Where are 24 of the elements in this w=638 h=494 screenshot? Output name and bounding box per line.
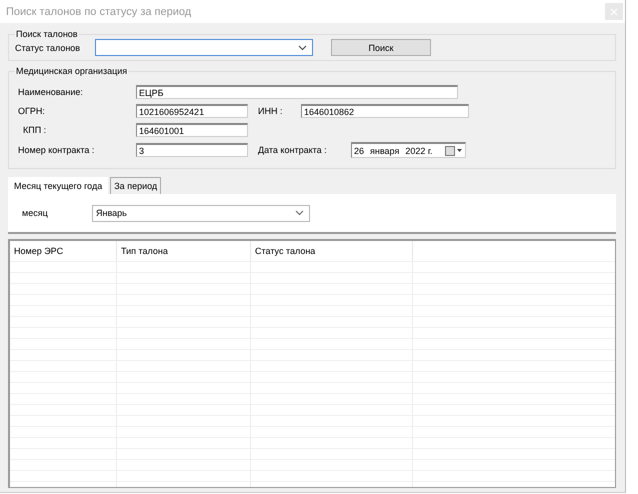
field-label: ОГРН: [17,106,46,116]
field-label: месяц [22,208,49,218]
inn-field[interactable]: 1646010862 [301,104,469,118]
column-header[interactable]: Тип талона [117,241,251,261]
field-label: Статус талонов [15,42,82,52]
date-picker[interactable]: 26 января 2022 г. [351,142,466,158]
column-header[interactable]: Статус талона [251,241,413,261]
field-label: Наименование: [17,87,84,97]
search-button[interactable]: Поиск [331,39,431,56]
column-header[interactable]: Номер ЭРС [10,241,117,261]
field-label: КПП : [22,125,48,135]
name-field[interactable]: ЕЦРБ [136,85,458,99]
kpp-field[interactable]: 164601001 [136,123,248,137]
window-title: Поиск талонов по статусу за период [6,6,192,18]
group-title: Медицинская организация [15,66,128,76]
tab[interactable]: За период [110,177,162,194]
field-label: Дата контракта : [258,145,328,155]
month-dropdown[interactable]: Январь [92,204,310,222]
contract-number-field[interactable]: 3 [136,143,248,157]
field-label: ИНН : [258,106,284,116]
ogrn-field[interactable]: 1021606952421 [136,104,248,118]
group-title: Поиск талонов [15,29,79,39]
tab[interactable]: Месяц текущего года [8,177,108,194]
field-label: Номер контракта : [17,145,96,155]
